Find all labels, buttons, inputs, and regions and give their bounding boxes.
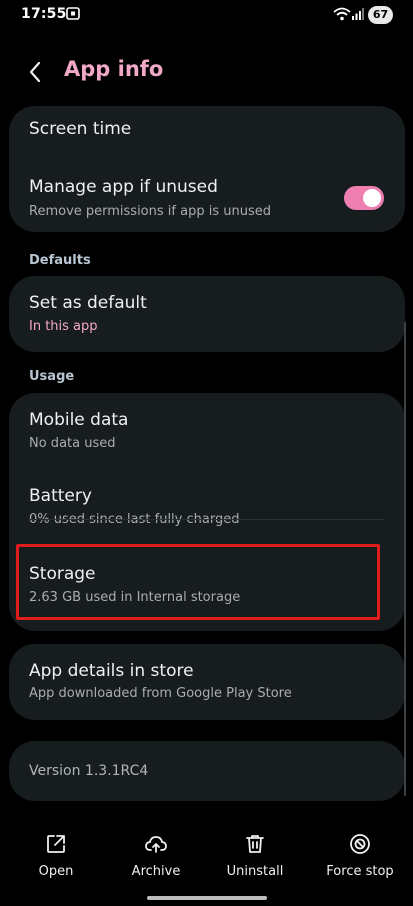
status-bar: 17:55 67 xyxy=(0,0,413,30)
card-store: App details in store App downloaded from… xyxy=(9,644,405,720)
force-stop-button[interactable]: Force stop xyxy=(315,820,405,879)
set-default-label: Set as default xyxy=(29,293,147,313)
manage-unused-label: Manage app if unused xyxy=(29,177,218,197)
open-label: Open xyxy=(38,864,74,879)
open-button[interactable]: Open xyxy=(11,820,101,879)
app-bar: App info xyxy=(0,52,413,92)
wifi-icon xyxy=(333,7,351,21)
archive-label: Archive xyxy=(131,864,181,879)
uninstall-label: Uninstall xyxy=(226,864,284,879)
battery-item[interactable]: Battery 0% used since last fully charged xyxy=(9,471,405,547)
screenshot-icon xyxy=(66,7,80,20)
open-external-icon xyxy=(47,835,65,853)
archive-button[interactable]: Archive xyxy=(111,820,201,879)
gesture-handle[interactable] xyxy=(147,896,267,900)
battery-indicator: 67 xyxy=(368,6,393,24)
card-defaults: Set as default In this app xyxy=(9,276,405,352)
force-stop-label: Force stop xyxy=(326,864,394,879)
app-details-store-subtitle: App downloaded from Google Play Store xyxy=(29,686,292,701)
mobile-data-subtitle: No data used xyxy=(29,436,116,451)
trash-icon xyxy=(246,835,264,853)
storage-highlight-box xyxy=(16,544,380,620)
manage-unused-subtitle: Remove permissions if app is unused xyxy=(29,204,271,219)
version-text: Version 1.3.1RC4 xyxy=(29,763,149,779)
stop-icon xyxy=(350,834,370,854)
page-title: App info xyxy=(64,57,164,81)
signal-icon xyxy=(352,8,364,20)
divider xyxy=(29,519,385,520)
status-time: 17:55 xyxy=(21,6,67,22)
mobile-data-item[interactable]: Mobile data No data used xyxy=(9,393,405,469)
section-header-usage: Usage xyxy=(29,369,75,384)
battery-label: Battery xyxy=(29,486,92,506)
mobile-data-label: Mobile data xyxy=(29,410,129,430)
screen-time-item[interactable]: Screen time xyxy=(9,106,405,160)
card-app-usage: Screen time Manage app if unused Remove … xyxy=(9,106,405,232)
cloud-upload-icon xyxy=(145,836,167,853)
toggle-knob xyxy=(363,189,381,207)
scrollbar[interactable] xyxy=(404,322,406,796)
set-default-item[interactable]: Set as default In this app xyxy=(9,276,405,352)
bottom-action-bar: Open Archive Uninstall Force stop xyxy=(0,820,413,886)
manage-unused-toggle[interactable] xyxy=(344,186,384,210)
app-details-store-label: App details in store xyxy=(29,661,194,681)
app-details-store-item[interactable]: App details in store App downloaded from… xyxy=(9,644,405,720)
screen-time-label: Screen time xyxy=(29,119,132,139)
back-arrow-icon[interactable] xyxy=(22,58,50,86)
set-default-subtitle: In this app xyxy=(29,319,98,334)
section-header-defaults: Defaults xyxy=(29,253,91,268)
card-version: Version 1.3.1RC4 xyxy=(9,741,405,801)
uninstall-button[interactable]: Uninstall xyxy=(210,820,300,879)
